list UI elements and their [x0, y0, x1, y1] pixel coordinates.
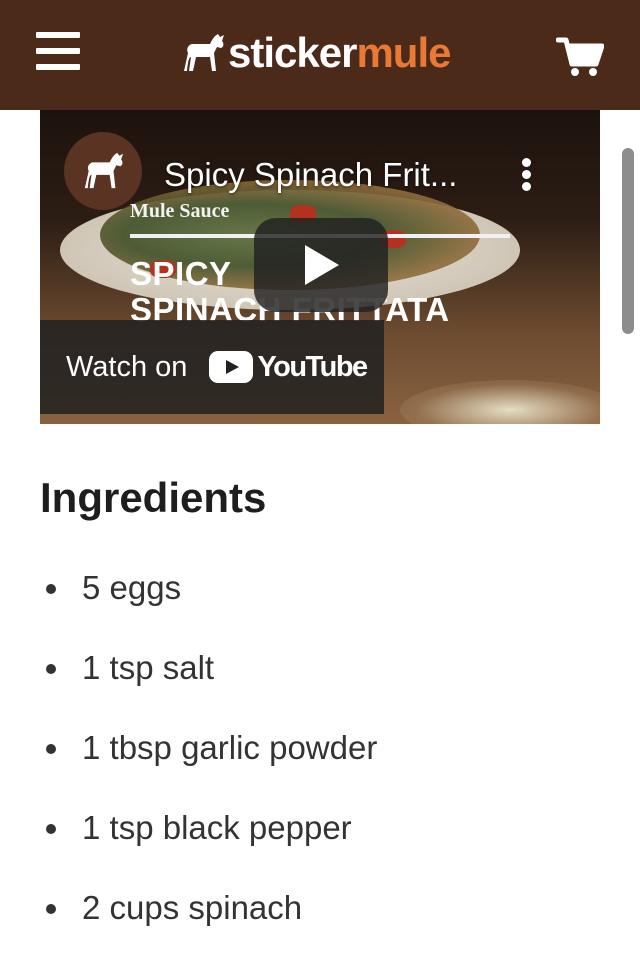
- video-title[interactable]: Spicy Spinach Frit...: [164, 156, 457, 194]
- ingredients-list: 5 eggs 1 tsp salt 1 tbsp garlic powder 1…: [40, 560, 600, 959]
- ingredient-text: 1 tsp salt: [82, 649, 215, 686]
- site-header: sticker mule: [0, 0, 640, 110]
- ingredient-text: 2 cups spinach: [82, 889, 303, 926]
- youtube-logo: YouTube: [209, 350, 368, 384]
- watch-on-youtube-button[interactable]: Watch on YouTube: [40, 320, 384, 414]
- bullet-icon: [46, 824, 56, 834]
- youtube-play-icon: [209, 351, 254, 383]
- bullet-icon: [46, 664, 56, 674]
- mule-avatar-icon: [84, 152, 124, 189]
- bullet-icon: [46, 744, 56, 754]
- bullet-icon: [46, 584, 56, 594]
- ingredient-item: 2 cups spinach: [40, 880, 600, 959]
- mule-logo-icon: [184, 34, 224, 71]
- more-options-icon[interactable]: [516, 156, 536, 192]
- shopping-cart-icon[interactable]: [555, 36, 605, 78]
- ingredient-text: 5 eggs: [82, 569, 182, 606]
- channel-avatar[interactable]: [64, 132, 142, 210]
- ingredient-item: 1 tsp black pepper: [40, 800, 600, 880]
- video-overlay-brand: Mule Sauce: [130, 200, 230, 222]
- ingredient-text: 1 tbsp garlic powder: [82, 729, 378, 766]
- ingredient-text: 1 tsp black pepper: [82, 809, 352, 846]
- ingredient-item: 5 eggs: [40, 560, 600, 640]
- ingredients-heading: Ingredients: [40, 474, 267, 521]
- ingredient-item: 1 tbsp garlic powder: [40, 720, 600, 800]
- play-button[interactable]: [254, 218, 388, 312]
- logo-text-sticker: sticker: [228, 29, 357, 76]
- logo-text-mule: mule: [356, 29, 451, 76]
- bullet-icon: [46, 904, 56, 914]
- page-scrollbar[interactable]: [622, 148, 634, 334]
- ingredient-item: 1 tsp salt: [40, 640, 600, 720]
- hamburger-menu-icon[interactable]: [36, 32, 82, 74]
- youtube-wordmark: YouTube: [257, 350, 368, 383]
- youtube-video-embed[interactable]: Mule Sauce SPICY SPINACH FRITTATA Spicy …: [40, 110, 600, 424]
- stickermule-logo[interactable]: sticker mule: [180, 28, 451, 78]
- play-icon: [305, 245, 339, 285]
- watch-on-label: Watch on: [66, 350, 188, 383]
- thumbnail-highlight: [400, 380, 600, 424]
